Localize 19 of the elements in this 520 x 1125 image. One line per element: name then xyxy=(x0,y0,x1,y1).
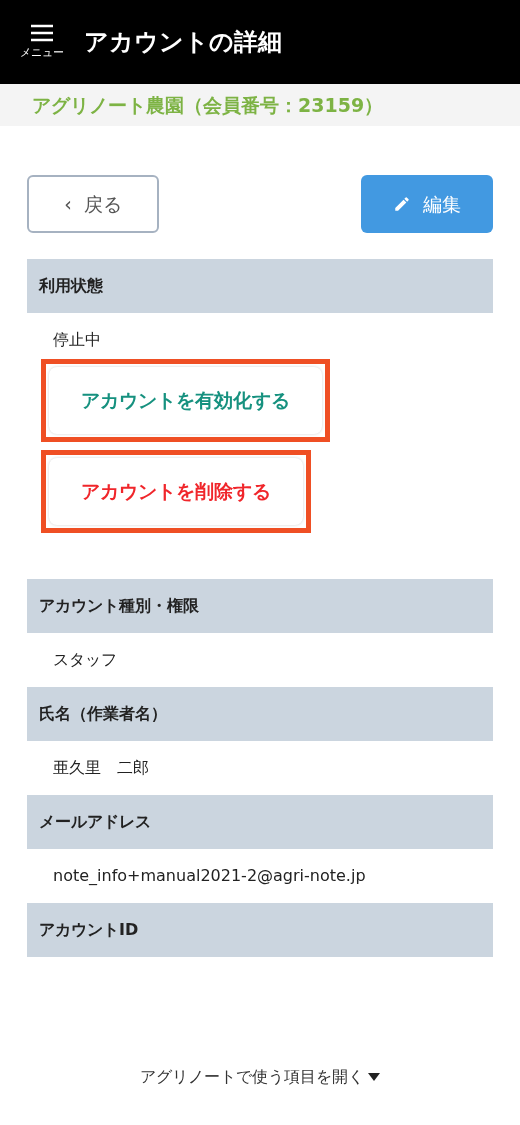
section-label: アカウント種別・権限 xyxy=(39,595,199,617)
page-title: アカウントの詳細 xyxy=(84,27,282,58)
caret-icon xyxy=(368,1073,380,1081)
action-button[interactable]: アカウントを削除する xyxy=(49,458,303,525)
action-button[interactable]: アカウントを有効化する xyxy=(49,367,322,434)
section-label: 氏名（作業者名） xyxy=(39,703,167,725)
field-value: note_info+manual2021-2@agri-note.jp xyxy=(53,865,366,887)
menu-button[interactable]: メニュー xyxy=(20,24,64,60)
pencil-icon xyxy=(393,195,411,213)
section-label: メールアドレス xyxy=(39,811,151,833)
section-label: 利用状態 xyxy=(39,275,103,297)
field-value: 停止中 xyxy=(53,329,101,351)
expand-link[interactable]: アグリノートで使う項目を開く xyxy=(140,1065,380,1089)
section-label: アカウントID xyxy=(39,919,139,941)
field-value: 亜久里 二郎 xyxy=(53,757,149,779)
farm-name: アグリノート農園（会員番号：23159） xyxy=(32,92,384,118)
back-button[interactable]: ‹ 戻る xyxy=(27,175,159,233)
menu-icon xyxy=(30,24,54,42)
field-value: スタッフ xyxy=(53,649,117,671)
